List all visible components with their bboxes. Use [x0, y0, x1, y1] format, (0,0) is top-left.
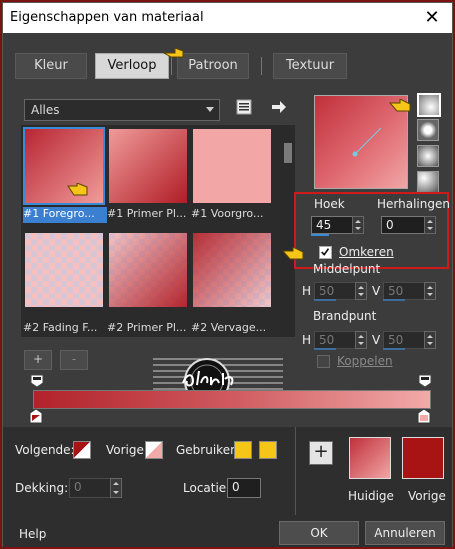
brand-h-spinner[interactable] — [355, 331, 367, 349]
gradient-thumb-1[interactable] — [23, 127, 105, 205]
linear-style-button[interactable] — [417, 93, 441, 117]
brand-v-input[interactable]: 50 — [383, 331, 425, 349]
gradient-caption: #2 Fading F... — [23, 321, 98, 334]
close-icon[interactable]: ✕ — [420, 6, 444, 30]
tab-separator — [171, 57, 172, 75]
gradient-caption: #1 Primer Pl... — [107, 207, 187, 220]
divider — [295, 427, 296, 515]
gradient-thumb-6[interactable] — [193, 233, 271, 307]
middel-v-slider[interactable] — [383, 299, 405, 301]
gebruiker-swatch-2[interactable] — [259, 441, 277, 459]
gradient-thumb-3[interactable] — [193, 129, 271, 203]
locatie-label: Locatie: — [183, 481, 231, 495]
middel-v-spinner[interactable] — [424, 282, 436, 300]
koppelen-label[interactable]: Koppelen — [337, 354, 393, 368]
brand-v-slider[interactable] — [383, 348, 405, 350]
hoek-label: Hoek — [314, 197, 345, 211]
stop-marker-top-left[interactable] — [30, 374, 44, 388]
cancel-button[interactable]: Annuleren — [365, 521, 445, 545]
vorige-label: Vorige: — [106, 443, 148, 457]
middel-h-spinner[interactable] — [355, 282, 367, 300]
brand-v-label: V — [372, 333, 381, 347]
brand-h-input[interactable]: 50 — [314, 331, 356, 349]
ok-button[interactable]: OK — [279, 521, 359, 545]
stop-marker-top-right[interactable] — [418, 374, 432, 388]
pointing-hand-icon — [163, 47, 184, 58]
middel-h-input[interactable]: 50 — [314, 282, 356, 300]
hoek-spinner[interactable] — [352, 216, 364, 234]
gradient-bar[interactable] — [33, 390, 431, 409]
tab-patroon[interactable]: Patroon — [177, 53, 249, 79]
gradient-thumb-5[interactable] — [109, 233, 187, 307]
dekking-label: Dekking: — [15, 481, 69, 495]
pointing-hand-icon — [389, 99, 411, 112]
volgende-label: Volgende: — [15, 443, 75, 457]
material-properties-dialog: Eigenschappen van materiaal ✕ Kleur Verl… — [2, 2, 453, 547]
rectangular-style-button[interactable] — [417, 119, 439, 141]
title-bar: Eigenschappen van materiaal ✕ — [3, 3, 452, 33]
add-stop-button[interactable]: + — [24, 350, 52, 370]
gradient-caption: #2 Vervage... — [191, 321, 267, 334]
brandpunt-label: Brandpunt — [313, 309, 377, 323]
list-view-icon[interactable] — [235, 99, 253, 115]
gallery-scrollbar[interactable] — [281, 125, 295, 337]
add-to-swatches-button[interactable]: + — [309, 441, 333, 465]
tab-textuur[interactable]: Textuur — [273, 53, 347, 79]
check-icon — [321, 248, 330, 256]
sunburst-style-button[interactable] — [417, 145, 439, 167]
angle-handle-icon[interactable] — [347, 124, 387, 164]
brand-v-spinner[interactable] — [424, 331, 436, 349]
omkeren-label[interactable]: Omkeren — [339, 245, 394, 259]
vorige-swatch[interactable] — [145, 441, 163, 459]
hoek-input[interactable]: 45 — [311, 216, 353, 234]
gradient-caption: #1 Voorgro... — [191, 207, 264, 220]
stop-marker-bottom-right[interactable] — [417, 408, 431, 424]
herhalingen-label: Herhalingen — [377, 197, 450, 211]
category-dropdown[interactable]: Alles — [24, 99, 220, 121]
huidige-label: Huidige — [348, 489, 394, 503]
gradient-caption: #1 Foregro... — [23, 207, 107, 223]
gradient-thumb-2[interactable] — [109, 129, 187, 203]
tab-separator — [261, 57, 262, 75]
window-title: Eigenschappen van materiaal — [10, 10, 204, 25]
dekking-input[interactable]: 0 — [69, 478, 111, 498]
vorige-swatch-label: Vorige — [408, 489, 446, 503]
gebruiker-label: Gebruiker: — [176, 443, 239, 457]
middel-v-label: V — [372, 284, 381, 298]
bottom-panel: Volgende: Vorige: Gebruiker: Dekking: 0 … — [3, 427, 452, 547]
dekking-spinner[interactable] — [110, 478, 122, 498]
arrow-right-icon[interactable] — [271, 100, 287, 114]
middel-h-label: H — [302, 284, 312, 298]
gradient-thumb-4[interactable] — [25, 233, 103, 307]
pointing-hand-icon — [282, 247, 304, 260]
watermark-signature — [182, 370, 234, 387]
middel-h-slider[interactable] — [314, 299, 336, 301]
huidige-swatch[interactable] — [349, 437, 391, 479]
middelpunt-label: Middelpunt — [313, 262, 381, 276]
herhalingen-input[interactable]: 0 — [381, 216, 425, 234]
help-button[interactable]: Help — [19, 527, 46, 541]
hoek-slider[interactable] — [311, 234, 329, 236]
gradient-gallery: #1 Foregro... #1 Primer Pl... #1 Voorgro… — [21, 125, 283, 337]
chevron-down-icon — [206, 107, 214, 112]
category-dropdown-value: Alles — [31, 103, 60, 117]
koppelen-checkbox[interactable] — [317, 355, 330, 368]
stop-marker-bottom-left[interactable] — [29, 408, 43, 424]
locatie-input[interactable]: 0 — [227, 478, 261, 498]
herhalingen-spinner[interactable] — [424, 216, 436, 234]
gradient-caption: #2 Primer Pl... — [107, 321, 187, 334]
remove-stop-button[interactable]: - — [60, 350, 88, 370]
vorige-color-swatch[interactable] — [402, 437, 444, 479]
brand-h-slider[interactable] — [314, 348, 336, 350]
tab-verloop[interactable]: Verloop — [95, 53, 169, 79]
tab-kleur[interactable]: Kleur — [15, 53, 87, 79]
pointing-hand-icon — [67, 183, 88, 196]
gebruiker-swatch-1[interactable] — [234, 441, 252, 459]
brand-h-label: H — [302, 333, 312, 347]
middel-v-input[interactable]: 50 — [383, 282, 425, 300]
volgende-swatch[interactable] — [73, 441, 91, 459]
scrollbar-thumb[interactable] — [284, 143, 292, 163]
radial-style-button[interactable] — [417, 171, 439, 193]
omkeren-checkbox[interactable] — [319, 246, 332, 259]
